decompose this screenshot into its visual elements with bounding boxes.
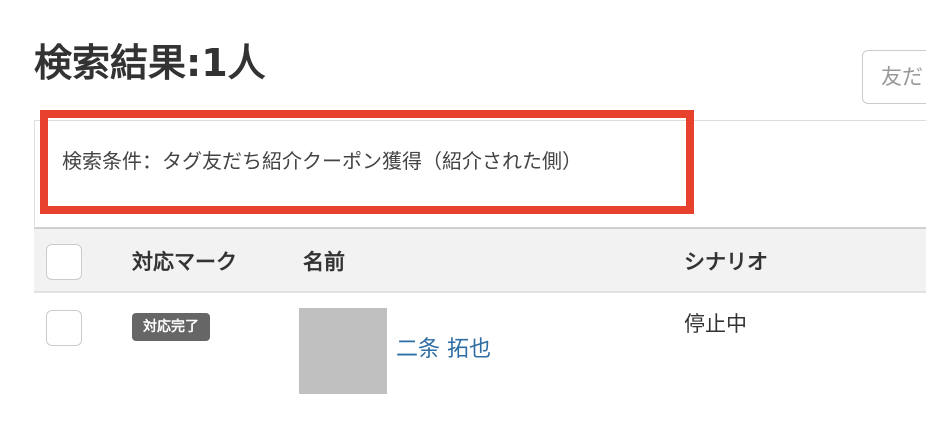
highlight-annotation-box: [40, 110, 694, 214]
page-title: 検索結果:1人: [34, 41, 266, 85]
search-results-page: 検索結果:1人 友だ 検索条件：タグ友だち紹介クーポン獲得（紹介された側） 対応…: [0, 0, 926, 446]
friend-search-input[interactable]: 友だ: [862, 50, 926, 104]
avatar: [299, 308, 387, 394]
friend-name-link[interactable]: 二条 拓也: [396, 335, 491, 365]
status-badge: 対応完了: [132, 313, 210, 341]
table-row: 対応完了 二条 拓也 停止中: [34, 227, 926, 394]
scenario-status: 停止中: [684, 312, 747, 336]
row-select-checkbox[interactable]: [46, 310, 82, 346]
results-table: 対応マーク 名前 シナリオ 対応完了 二条 拓也 停止中: [34, 227, 926, 394]
